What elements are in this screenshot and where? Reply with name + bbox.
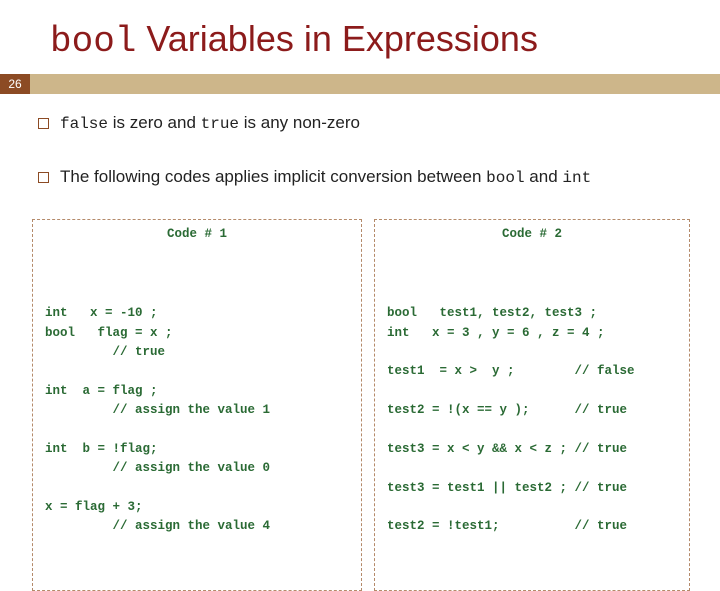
bullet2-mono1: bool	[486, 169, 524, 187]
bullet1-text1: is zero and	[108, 113, 201, 132]
bullet2-mono2: int	[562, 169, 591, 187]
slide-title: bool Variables in Expressions	[50, 18, 720, 62]
page-number: 26	[0, 74, 30, 94]
bullet1-text2: is any non-zero	[239, 113, 360, 132]
title-area: bool Variables in Expressions	[0, 0, 720, 74]
divider-stripe: 26	[0, 74, 720, 94]
bullet2-text2: and	[525, 167, 563, 186]
code-box-1: Code # 1 int x = -10 ; bool flag = x ; /…	[32, 219, 362, 590]
title-rest: Variables in Expressions	[136, 18, 538, 59]
code-boxes: Code # 1 int x = -10 ; bool flag = x ; /…	[32, 219, 680, 590]
code-box-2: Code # 2 bool test1, test2, test3 ; int …	[374, 219, 690, 590]
code1-body: int x = -10 ; bool flag = x ; // true in…	[45, 304, 349, 537]
bullet1-mono1: false	[60, 115, 108, 133]
bullet-1: false is zero and true is any non-zero	[60, 112, 680, 136]
bullet2-text1: The following codes applies implicit con…	[60, 167, 486, 186]
title-mono: bool	[50, 21, 136, 62]
code2-body: bool test1, test2, test3 ; int x = 3 , y…	[387, 304, 677, 537]
code2-label: Code # 2	[502, 225, 562, 244]
bullet-2: The following codes applies implicit con…	[60, 166, 680, 190]
content-area: false is zero and true is any non-zero T…	[0, 94, 720, 591]
bullet1-mono2: true	[201, 115, 239, 133]
code1-label: Code # 1	[167, 225, 227, 244]
